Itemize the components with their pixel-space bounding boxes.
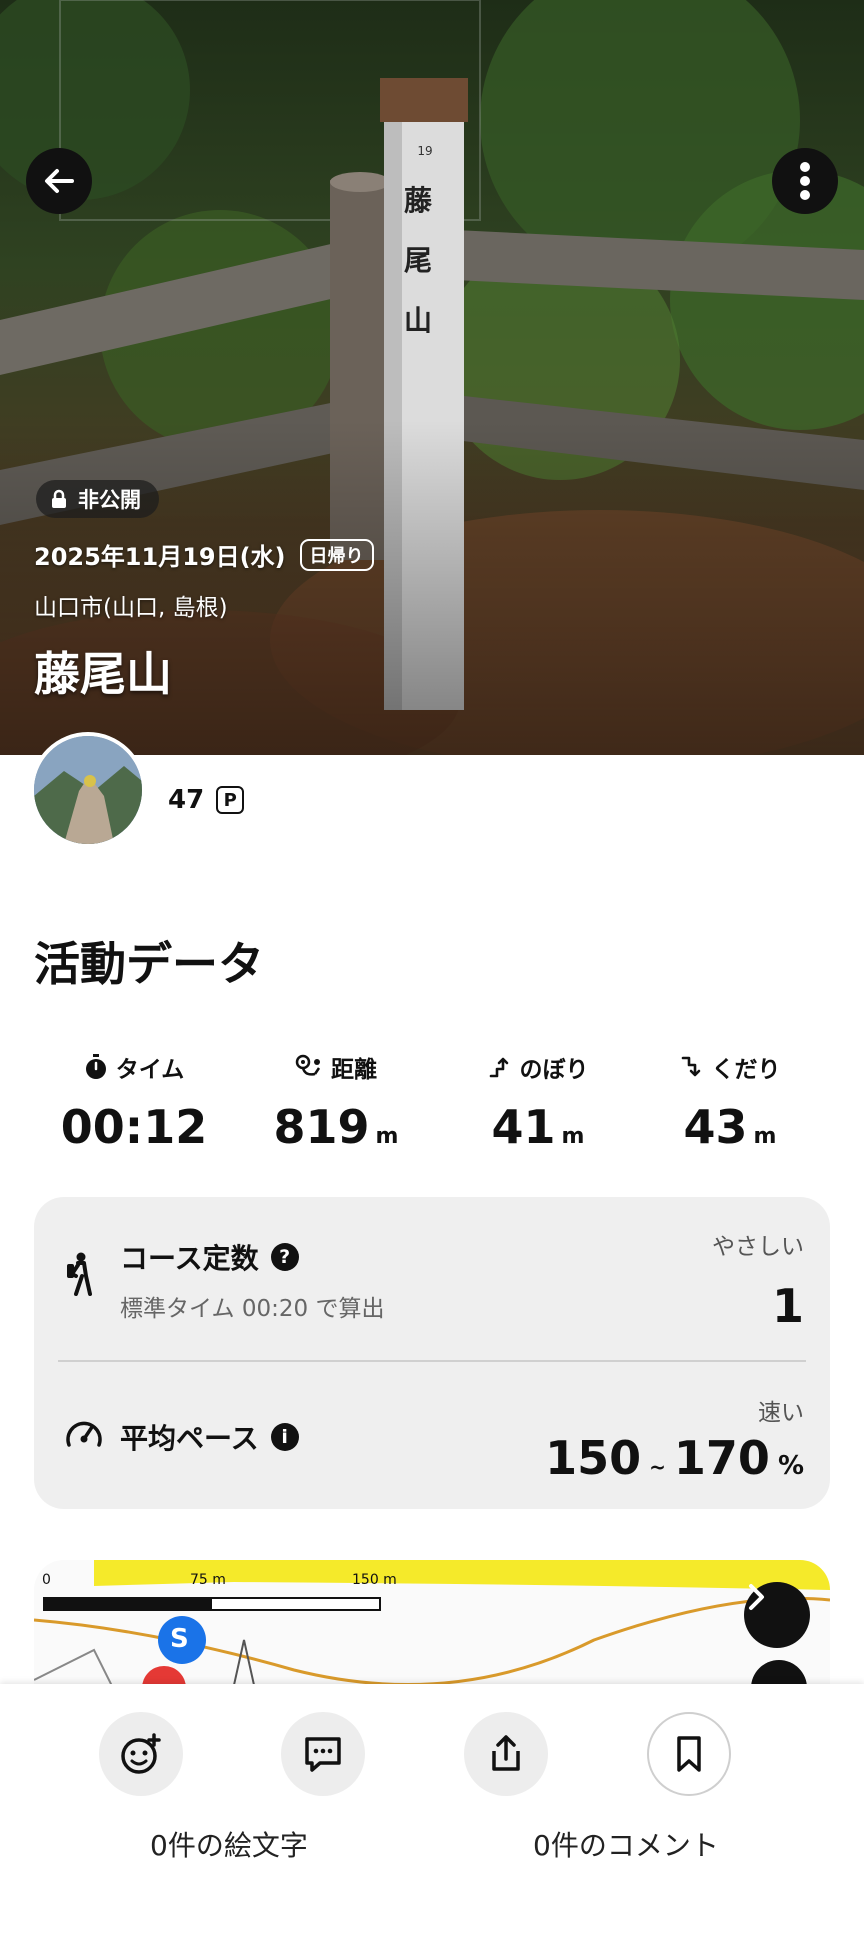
pace-min: 150 (545, 1431, 642, 1485)
share-icon (492, 1735, 520, 1771)
share-button[interactable] (464, 1712, 548, 1796)
emoji-add-icon (121, 1733, 161, 1774)
emoji-count[interactable]: 0件の絵文字 (150, 1824, 308, 1864)
pace-range: 150 ~ 170 % (545, 1431, 804, 1485)
panel-divider (58, 1360, 806, 1362)
average-pace-label: 平均ペース (120, 1422, 259, 1455)
more-vertical-icon (800, 162, 810, 200)
speedometer-icon (66, 1421, 102, 1447)
course-constant-value: 1 (771, 1279, 804, 1333)
difficulty-label: やさしい (712, 1234, 804, 1260)
svg-text:藤: 藤 (404, 184, 433, 217)
help-icon[interactable]: ? (270, 1243, 299, 1271)
points-icon: P (216, 786, 245, 814)
stat-label: のぼり (519, 1057, 589, 1083)
stat-value: 819 (273, 1100, 370, 1154)
pace-max: 170 (673, 1431, 770, 1485)
scale-label-75: 75 m (190, 1572, 226, 1588)
stat-value: 43 (683, 1100, 748, 1154)
avatar[interactable] (30, 732, 146, 848)
info-icon[interactable]: i (270, 1423, 299, 1451)
stat-time: タイム 00:12 (34, 1050, 234, 1154)
stat-unit: m (561, 1124, 585, 1149)
course-pace-panel: コース定数 ? 標準タイム 00:20 で算出 やさしい 1 平均ペース i 速… (34, 1197, 830, 1509)
chevron-right-icon (749, 1584, 764, 1610)
start-marker: S (170, 1624, 189, 1654)
open-map-button[interactable] (744, 1582, 810, 1648)
descent-icon (681, 1056, 700, 1077)
more-options-button[interactable] (772, 148, 838, 214)
stopwatch-icon (85, 1054, 106, 1079)
signpost-number: 19 (417, 144, 432, 158)
stat-label: タイム (115, 1057, 185, 1083)
points-row: 47 P (168, 785, 245, 815)
scale-label-0: 0 (42, 1572, 51, 1588)
mountain-title: 藤尾山 (34, 647, 172, 701)
pace-unit: % (777, 1451, 804, 1481)
speed-label: 速い (758, 1400, 804, 1426)
bottom-action-bar: 0件の絵文字 0件のコメント (0, 1684, 864, 1939)
bookmark-icon (677, 1736, 701, 1772)
svg-text:尾: 尾 (404, 244, 432, 277)
comment-button[interactable] (281, 1712, 365, 1796)
stat-descent: くだり 43 m (630, 1050, 830, 1154)
stat-value: 00:12 (60, 1100, 208, 1154)
add-emoji-button[interactable] (99, 1712, 183, 1796)
course-constant-title: コース定数 ? (120, 1237, 299, 1277)
stat-unit: m (375, 1124, 399, 1149)
date-row: 2025年11月19日(水) 日帰り (34, 537, 374, 572)
stat-ascent: のぼり 41 m (438, 1050, 638, 1154)
lock-icon (52, 489, 66, 508)
pace-separator: ~ (649, 1455, 666, 1479)
arrow-left-icon (45, 169, 74, 193)
ascent-icon (489, 1057, 508, 1078)
back-button[interactable] (26, 148, 92, 214)
region-label: 山口市(山口, 島根) (34, 595, 228, 621)
stat-label: くだり (711, 1057, 781, 1083)
bookmark-button[interactable] (647, 1712, 731, 1796)
activity-section-title: 活動データ (34, 937, 264, 991)
average-pace-title: 平均ペース i (120, 1417, 299, 1457)
stat-unit: m (753, 1124, 777, 1149)
points-value: 47 (168, 785, 205, 815)
comment-count[interactable]: 0件のコメント (533, 1824, 719, 1864)
svg-text:山: 山 (404, 304, 432, 337)
activity-date: 2025年11月19日(水) (34, 543, 286, 571)
avatar-image (34, 736, 142, 844)
route-distance-icon (295, 1054, 321, 1076)
stat-distance: 距離 819 m (236, 1050, 436, 1154)
stat-value: 41 (491, 1100, 556, 1154)
hiker-icon (67, 1252, 92, 1296)
privacy-badge: 非公開 (36, 480, 159, 518)
comment-icon (305, 1737, 341, 1772)
scale-label-150: 150 m (352, 1572, 397, 1588)
course-constant-subtitle: 標準タイム 00:20 で算出 (120, 1296, 385, 1322)
privacy-label: 非公開 (78, 488, 141, 512)
trip-type-badge: 日帰り (299, 538, 374, 571)
course-constant-label: コース定数 (120, 1242, 259, 1275)
stat-label: 距離 (331, 1057, 377, 1083)
